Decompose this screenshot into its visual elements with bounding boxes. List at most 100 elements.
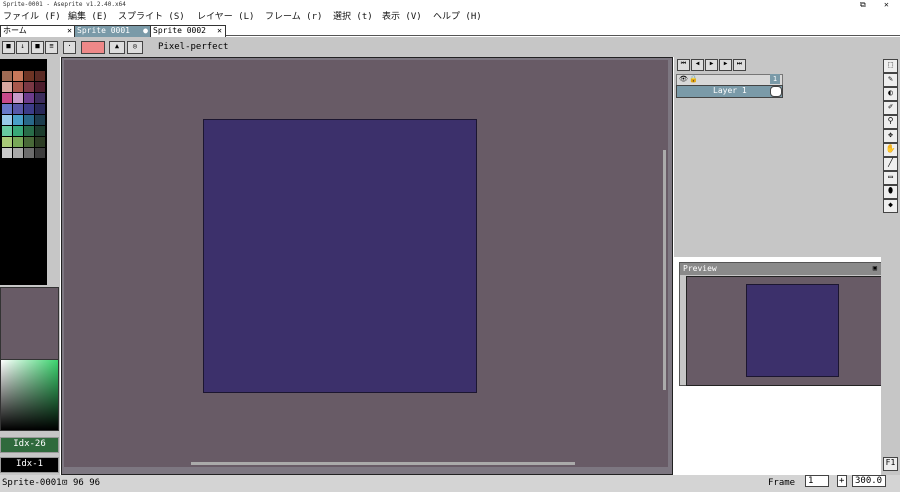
palette-swatch[interactable] xyxy=(2,115,12,125)
restore-button[interactable]: ⧉ xyxy=(860,0,866,10)
tab-sprite-0002-label: Sprite 0002 xyxy=(153,26,206,35)
palette-swatch[interactable] xyxy=(13,71,23,81)
next-frame-button[interactable]: ▶ xyxy=(719,59,732,71)
help-button[interactable]: F1 xyxy=(883,457,898,471)
bg-color-button[interactable]: Idx-1 xyxy=(0,457,59,473)
sprite-size-icon: ⊡ xyxy=(62,478,68,488)
new-frame-button[interactable]: + xyxy=(837,475,847,487)
palette-swatch[interactable] xyxy=(24,148,34,158)
ink-icon[interactable]: ▲ xyxy=(109,41,125,54)
palette-swatch[interactable] xyxy=(24,104,34,114)
visibility-icon[interactable]: 👁 xyxy=(679,75,688,83)
palette-swatch[interactable] xyxy=(2,71,12,81)
palette-swatch[interactable] xyxy=(2,126,12,136)
palette-swatch[interactable] xyxy=(2,148,12,158)
palette-swatch[interactable] xyxy=(35,115,45,125)
editor-frame xyxy=(61,57,673,475)
frame-header[interactable]: 1 xyxy=(770,74,780,84)
palette-swatch[interactable] xyxy=(2,137,12,147)
palette-swatch[interactable] xyxy=(24,115,34,125)
palette-swatch[interactable] xyxy=(2,104,12,114)
tab-home[interactable]: ホーム ✕ xyxy=(0,25,76,37)
last-frame-button[interactable]: ⏭ xyxy=(733,59,746,71)
palette-swatch[interactable] xyxy=(24,82,34,92)
marquee-tool-icon[interactable]: ⬚ xyxy=(883,59,898,73)
palette-swatch[interactable] xyxy=(35,148,45,158)
eraser-tool-icon[interactable]: ◐ xyxy=(883,87,898,101)
menu-layer[interactable]: レイヤー (L) xyxy=(197,10,254,24)
palette-swatch[interactable] xyxy=(13,148,23,158)
menu-view[interactable]: 表示 (V) xyxy=(382,10,422,24)
palette-swatch[interactable] xyxy=(2,82,12,92)
contour-tool-icon[interactable]: ⬮ xyxy=(883,185,898,199)
status-sprite-name: Sprite-0001 xyxy=(2,478,62,488)
prev-frame-button[interactable]: ◀ xyxy=(691,59,704,71)
palette-swatch[interactable] xyxy=(35,93,45,103)
palette-swatch[interactable] xyxy=(13,104,23,114)
modified-dot-icon[interactable]: ● xyxy=(143,26,148,36)
palette-swatch[interactable] xyxy=(24,93,34,103)
close-icon[interactable]: ✕ xyxy=(217,26,222,36)
close-window-button[interactable]: ✕ xyxy=(884,0,889,10)
down-button[interactable]: ↓ xyxy=(16,41,29,54)
palette-swatch[interactable] xyxy=(24,137,34,147)
menu-file[interactable]: ファイル (F) xyxy=(3,10,61,24)
zoom-input[interactable]: 300.0 xyxy=(852,475,886,487)
menu-edit[interactable]: 編集 (E) xyxy=(68,10,108,24)
tab-sprite-0001[interactable]: Sprite 0001 ● xyxy=(74,25,152,37)
palette-swatch[interactable] xyxy=(35,104,45,114)
palette-swatch[interactable] xyxy=(13,93,23,103)
lock-icon[interactable]: 🔒 xyxy=(689,75,698,83)
tab-bar: ホーム ✕ Sprite 0001 ● Sprite 0002 ✕ xyxy=(0,24,900,37)
palette-swatch[interactable] xyxy=(13,82,23,92)
menu-frame[interactable]: フレーム (r) xyxy=(265,10,322,24)
layer-name[interactable]: Layer 1 xyxy=(713,86,747,95)
sprite-canvas[interactable] xyxy=(203,119,477,393)
palette-swatch[interactable] xyxy=(24,126,34,136)
vertical-scrollbar[interactable] xyxy=(663,150,666,390)
menu-help[interactable]: ヘルプ (H) xyxy=(433,10,482,24)
pixel-perfect-label[interactable]: Pixel-perfect xyxy=(158,41,228,53)
menu-select[interactable]: 選択 (t) xyxy=(333,10,373,24)
color-picker[interactable] xyxy=(0,359,59,431)
dot-button[interactable]: · xyxy=(63,41,76,54)
palette-swatch[interactable] xyxy=(13,115,23,125)
horizontal-scrollbar[interactable] xyxy=(191,462,575,465)
palette-swatch[interactable] xyxy=(35,126,45,136)
fill-tool-icon[interactable]: ✋ xyxy=(883,143,898,157)
frame-input[interactable]: 1 xyxy=(805,475,829,487)
context-toolbar: ■ ↓ ■ ≡ · ▲ ◎ Pixel-perfect xyxy=(0,37,900,57)
palette-swatch[interactable] xyxy=(35,137,45,147)
rectangle-tool-icon[interactable]: ▭ xyxy=(883,171,898,185)
palette-swatch[interactable] xyxy=(2,93,12,103)
palette-swatch[interactable] xyxy=(24,71,34,81)
menu-button[interactable]: ≡ xyxy=(45,41,58,54)
opacity-icon[interactable]: ◎ xyxy=(127,41,143,54)
eyedropper-tool-icon[interactable]: ✐ xyxy=(883,101,898,115)
timeline-panel: ⏮ ◀ ▶ ▶ ⏭ 👁 🔒 1 Layer 1 xyxy=(674,57,881,257)
zoom-tool-icon[interactable]: ⚲ xyxy=(883,115,898,129)
first-frame-button[interactable]: ⏮ xyxy=(677,59,690,71)
canvas-area[interactable] xyxy=(64,60,668,467)
play-button[interactable]: ▶ xyxy=(705,59,718,71)
pencil-tool-icon[interactable]: ✎ xyxy=(883,73,898,87)
menu-sprite[interactable]: スプライト (S) xyxy=(118,10,185,24)
blur-tool-icon[interactable]: ◆ xyxy=(883,199,898,213)
palette-swatch[interactable] xyxy=(13,126,23,136)
tab-sprite-0002[interactable]: Sprite 0002 ✕ xyxy=(150,25,226,37)
palette xyxy=(0,59,47,285)
preview-title: Preview xyxy=(683,264,717,273)
brush-type-button[interactable] xyxy=(81,41,105,54)
preview-play-icon[interactable]: ▣ xyxy=(873,264,877,272)
stop-button[interactable]: ■ xyxy=(31,41,44,54)
cel[interactable] xyxy=(770,86,782,97)
home-button[interactable]: ■ xyxy=(2,41,15,54)
palette-swatch[interactable] xyxy=(35,71,45,81)
palette-swatch[interactable] xyxy=(13,137,23,147)
fg-color-button[interactable]: Idx-26 xyxy=(0,437,59,453)
close-icon[interactable]: ✕ xyxy=(67,26,72,36)
line-tool-icon[interactable]: ╱ xyxy=(883,157,898,171)
layer-row[interactable]: Layer 1 xyxy=(676,85,783,98)
palette-swatch[interactable] xyxy=(35,82,45,92)
move-tool-icon[interactable]: ✥ xyxy=(883,129,898,143)
